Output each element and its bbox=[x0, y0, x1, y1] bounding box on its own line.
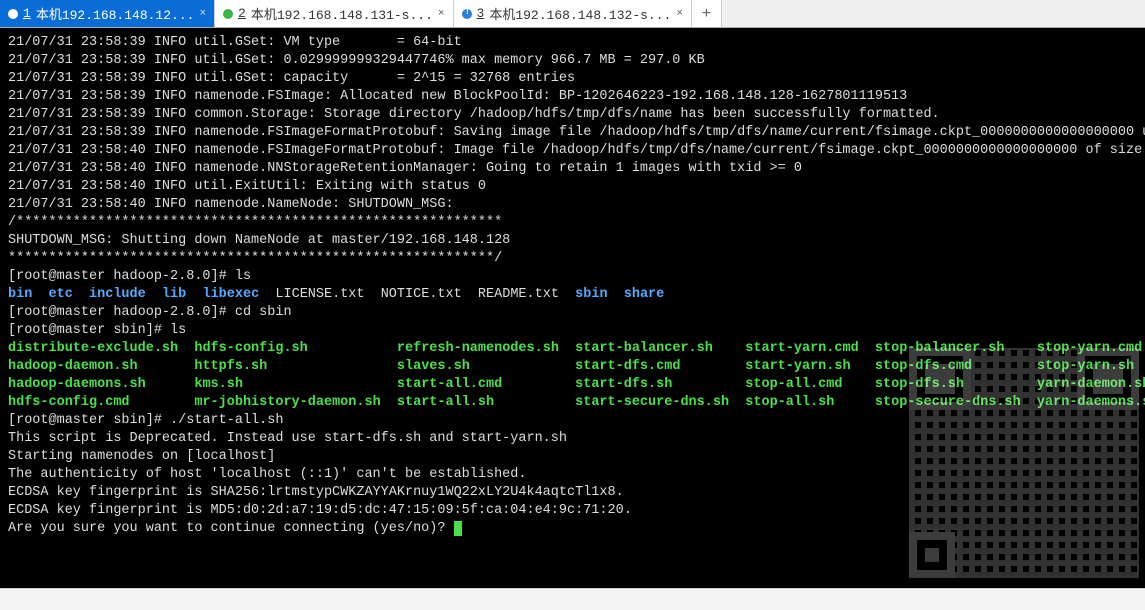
tab-bar: 1 本机192.168.148.12... × 2 本机192.168.148.… bbox=[0, 0, 1145, 28]
log-line: 21/07/31 23:58:40 INFO namenode.NNStorag… bbox=[8, 161, 802, 176]
prompt: [root@master hadoop-2.8.0]# bbox=[8, 305, 235, 320]
tab-number: 3 bbox=[477, 6, 485, 21]
output-line: Are you sure you want to continue connec… bbox=[8, 521, 454, 536]
exec-entry: start-secure-dns.sh bbox=[575, 395, 745, 410]
prompt: [root@master hadoop-2.8.0]# bbox=[8, 269, 235, 284]
command: cd sbin bbox=[235, 305, 292, 320]
output-line: ECDSA key fingerprint is MD5:d0:2d:a7:19… bbox=[8, 503, 632, 518]
output-line: This script is Deprecated. Instead use s… bbox=[8, 431, 567, 446]
exec-entry: start-yarn.sh bbox=[745, 359, 875, 374]
exec-entry: stop-all.cmd bbox=[745, 377, 875, 392]
exec-entry: stop-yarn.sh bbox=[1037, 359, 1134, 374]
output-line: ECDSA key fingerprint is SHA256:lrtmstyp… bbox=[8, 485, 624, 500]
exec-entry: hdfs-config.sh bbox=[194, 341, 397, 356]
terminal-cursor bbox=[454, 521, 462, 536]
command: ls bbox=[170, 323, 186, 338]
log-line: 21/07/31 23:58:40 INFO namenode.FSImageF… bbox=[8, 143, 1145, 158]
tab-label: 本机192.168.148.132-s... bbox=[489, 4, 671, 23]
exec-entry: stop-all.sh bbox=[745, 395, 875, 410]
exec-entry: mr-jobhistory-daemon.sh bbox=[194, 395, 397, 410]
exec-entry: start-all.sh bbox=[397, 395, 575, 410]
prompt: [root@master sbin]# bbox=[8, 323, 170, 338]
exec-entry: start-dfs.cmd bbox=[575, 359, 745, 374]
command: ls bbox=[235, 269, 251, 284]
exec-entry: httpfs.sh bbox=[194, 359, 397, 374]
log-line: 21/07/31 23:58:39 INFO namenode.FSImageF… bbox=[8, 125, 1145, 140]
output-line: Starting namenodes on [localhost] bbox=[8, 449, 275, 464]
tab-1[interactable]: 1 本机192.168.148.12... × bbox=[0, 0, 215, 27]
exec-entry: slaves.sh bbox=[397, 359, 575, 374]
log-line: 21/07/31 23:58:39 INFO util.GSet: VM typ… bbox=[8, 35, 462, 50]
command: ./start-all.sh bbox=[170, 413, 283, 428]
close-icon[interactable]: × bbox=[438, 8, 445, 20]
exec-entry: yarn-daemon.sh bbox=[1037, 377, 1145, 392]
file-entries: LICENSE.txt NOTICE.txt README.txt bbox=[259, 287, 575, 302]
exec-entry: hadoop-daemons.sh bbox=[8, 377, 194, 392]
exec-entry: hdfs-config.cmd bbox=[8, 395, 194, 410]
exec-entry: distribute-exclude.sh bbox=[8, 341, 194, 356]
exec-entry: stop-dfs.cmd bbox=[875, 359, 1037, 374]
status-dot-icon bbox=[462, 9, 472, 19]
log-line: SHUTDOWN_MSG: Shutting down NameNode at … bbox=[8, 233, 510, 248]
dir-entry: sbin bbox=[575, 287, 607, 302]
status-bar bbox=[0, 588, 1145, 610]
exec-entry: kms.sh bbox=[194, 377, 397, 392]
tab-number: 1 bbox=[23, 6, 31, 21]
exec-entry: start-balancer.sh bbox=[575, 341, 745, 356]
status-dot-icon bbox=[8, 9, 18, 19]
exec-entry: start-yarn.cmd bbox=[745, 341, 875, 356]
tab-2[interactable]: 2 本机192.168.148.131-s... × bbox=[215, 0, 453, 27]
dir-entry: lib bbox=[162, 287, 186, 302]
log-line: ****************************************… bbox=[8, 251, 502, 266]
exec-entry: stop-yarn.cmd bbox=[1037, 341, 1142, 356]
output-line: The authenticity of host 'localhost (::1… bbox=[8, 467, 526, 482]
log-line: 21/07/31 23:58:39 INFO util.GSet: 0.0299… bbox=[8, 53, 705, 68]
dir-entry: share bbox=[624, 287, 665, 302]
tab-label: 本机192.168.148.131-s... bbox=[251, 4, 433, 23]
exec-entry: hadoop-daemon.sh bbox=[8, 359, 194, 374]
exec-entry: stop-secure-dns.sh bbox=[875, 395, 1037, 410]
dir-entry: include bbox=[89, 287, 146, 302]
prompt: [root@master sbin]# bbox=[8, 413, 170, 428]
log-line: 21/07/31 23:58:39 INFO namenode.FSImage:… bbox=[8, 89, 907, 104]
dir-entry: bin bbox=[8, 287, 32, 302]
log-line: 21/07/31 23:58:40 INFO util.ExitUtil: Ex… bbox=[8, 179, 486, 194]
tab-label: 本机192.168.148.12... bbox=[36, 4, 195, 23]
dir-entry: etc bbox=[49, 287, 73, 302]
exec-entry: stop-balancer.sh bbox=[875, 341, 1037, 356]
log-line: /***************************************… bbox=[8, 215, 502, 230]
exec-entry: yarn-daemons.sh bbox=[1037, 395, 1145, 410]
dir-entry: libexec bbox=[202, 287, 259, 302]
exec-entry: start-all.cmd bbox=[397, 377, 575, 392]
terminal-output[interactable]: 21/07/31 23:58:39 INFO util.GSet: VM typ… bbox=[0, 28, 1145, 542]
log-line: 21/07/31 23:58:39 INFO common.Storage: S… bbox=[8, 107, 940, 122]
exec-entry: stop-dfs.sh bbox=[875, 377, 1037, 392]
log-line: 21/07/31 23:58:39 INFO util.GSet: capaci… bbox=[8, 71, 575, 86]
close-icon[interactable]: × bbox=[676, 8, 683, 20]
exec-entry: start-dfs.sh bbox=[575, 377, 745, 392]
add-tab-button[interactable]: + bbox=[692, 0, 722, 27]
log-line: 21/07/31 23:58:40 INFO namenode.NameNode… bbox=[8, 197, 454, 212]
tab-number: 2 bbox=[238, 6, 246, 21]
plus-icon: + bbox=[702, 5, 712, 23]
close-icon[interactable]: × bbox=[199, 8, 206, 20]
tab-3[interactable]: 3 本机192.168.148.132-s... × bbox=[454, 0, 692, 27]
status-dot-icon bbox=[223, 9, 233, 19]
exec-entry: refresh-namenodes.sh bbox=[397, 341, 575, 356]
